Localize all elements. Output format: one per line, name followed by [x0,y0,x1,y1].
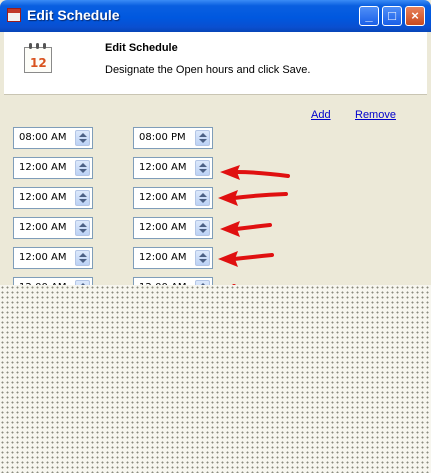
up-arrow-icon[interactable] [199,223,207,227]
up-arrow-icon[interactable] [79,163,87,167]
up-arrow-icon[interactable] [199,163,207,167]
edit-schedule-window: Edit Schedule _ □ × 12 Edit Schedule Des… [0,0,431,473]
open-time-stepper[interactable] [75,250,90,266]
dialog-header: 12 Edit Schedule Designate the Open hour… [4,32,427,95]
open-time-value: 12:00 AM [19,192,67,203]
red-arrow-icon [218,251,274,267]
calendar-number: 12 [30,56,47,70]
close-time-spinner[interactable]: 08:00 PM [133,127,213,149]
open-time-value: 12:00 AM [19,222,67,233]
down-arrow-icon[interactable] [199,139,207,143]
remove-link[interactable]: Remove [355,109,396,121]
up-arrow-icon[interactable] [199,193,207,197]
down-arrow-icon[interactable] [79,259,87,263]
close-time-spinner[interactable]: 12:00 AM [133,187,213,209]
red-arrow-icon [220,221,272,237]
down-arrow-icon[interactable] [199,259,207,263]
close-time-stepper[interactable] [195,190,210,206]
minimize-button[interactable]: _ [359,6,379,26]
red-arrow-icon [220,165,290,180]
up-arrow-icon[interactable] [199,133,207,137]
close-time-spinner[interactable]: 12:00 AM [133,157,213,179]
window-title: Edit Schedule [27,7,120,23]
open-time-value: 12:00 AM [19,252,67,263]
open-time-spinner[interactable]: 12:00 AM [13,157,93,179]
close-time-stepper[interactable] [195,220,210,236]
down-arrow-icon[interactable] [199,199,207,203]
maximize-button[interactable]: □ [382,6,402,26]
close-time-value: 12:00 AM [139,192,187,203]
down-arrow-icon[interactable] [79,199,87,203]
up-arrow-icon[interactable] [79,133,87,137]
open-time-stepper[interactable] [75,190,90,206]
calendar-ring [29,43,32,49]
close-time-value: 12:00 AM [139,162,187,173]
open-time-stepper[interactable] [75,220,90,236]
red-arrow-icon [218,190,288,206]
open-time-value: 08:00 AM [19,132,67,143]
up-arrow-icon[interactable] [79,193,87,197]
down-arrow-icon[interactable] [199,229,207,233]
header-subtitle: Designate the Open hours and click Save. [105,64,311,76]
close-time-value: 12:00 AM [139,222,187,233]
dotted-overlay [0,285,431,473]
app-calendar-icon [7,8,21,22]
calendar-ring [36,43,39,49]
open-time-stepper[interactable] [75,130,90,146]
close-time-stepper[interactable] [195,130,210,146]
close-time-spinner[interactable]: 12:00 AM [133,247,213,269]
close-button[interactable]: × [405,6,425,26]
up-arrow-icon[interactable] [199,253,207,257]
open-time-spinner[interactable]: 12:00 AM [13,247,93,269]
close-time-stepper[interactable] [195,250,210,266]
calendar-icon: 12 [24,43,52,75]
down-arrow-icon[interactable] [79,169,87,173]
down-arrow-icon[interactable] [79,139,87,143]
down-arrow-icon[interactable] [199,169,207,173]
close-time-value: 08:00 PM [139,132,186,143]
header-title: Edit Schedule [105,42,178,54]
close-time-spinner[interactable]: 12:00 AM [133,217,213,239]
close-time-stepper[interactable] [195,160,210,176]
add-link[interactable]: Add [311,109,331,121]
open-time-value: 12:00 AM [19,162,67,173]
open-time-spinner[interactable]: 08:00 AM [13,127,93,149]
calendar-ring [43,43,46,49]
open-time-stepper[interactable] [75,160,90,176]
title-bar[interactable]: Edit Schedule _ □ × [0,0,431,32]
up-arrow-icon[interactable] [79,253,87,257]
calendar-page: 12 [24,47,52,73]
up-arrow-icon[interactable] [79,223,87,227]
open-time-spinner[interactable]: 12:00 AM [13,187,93,209]
down-arrow-icon[interactable] [79,229,87,233]
open-time-spinner[interactable]: 12:00 AM [13,217,93,239]
close-time-value: 12:00 AM [139,252,187,263]
